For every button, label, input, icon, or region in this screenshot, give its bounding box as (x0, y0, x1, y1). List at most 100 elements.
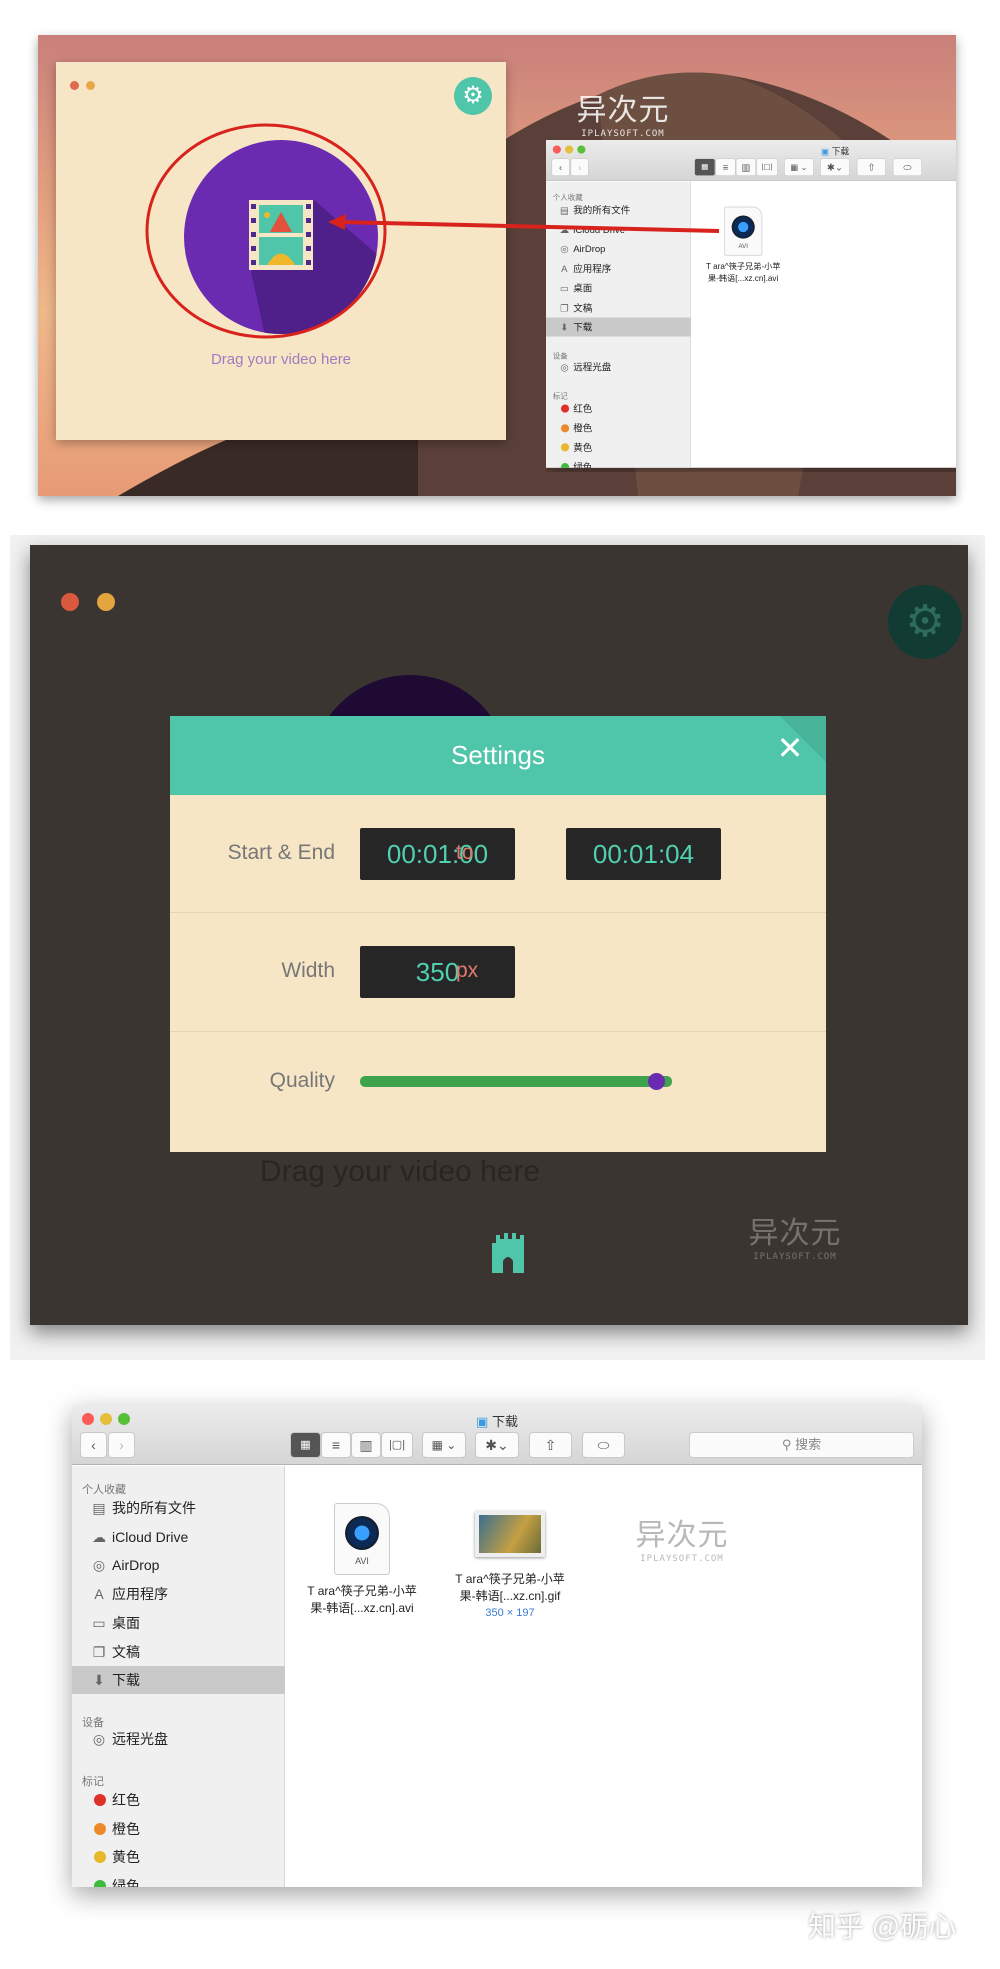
sidebar-item[interactable]: 红色 (546, 399, 691, 418)
sidebar-item[interactable]: 红色 (72, 1786, 285, 1814)
to-label: to (456, 841, 474, 864)
share-button[interactable]: ⇧ (856, 158, 886, 177)
quicktime-file-icon: AVI (334, 1503, 390, 1575)
tag-color-icon (94, 1880, 106, 1887)
applications-icon: A (94, 1586, 104, 1603)
icon-view-button[interactable]: ▦ (290, 1432, 321, 1458)
search-icon: ⚲ (781, 1437, 792, 1452)
sidebar-item[interactable]: 橙色 (546, 419, 691, 438)
tag-color-icon (94, 1822, 106, 1835)
column-view-button[interactable]: ▥ (351, 1432, 381, 1458)
tag-color-icon (560, 424, 570, 433)
airdrop-icon: ◎ (560, 243, 569, 255)
zhihu-watermark: 知乎 @砺心 (808, 1911, 957, 1942)
sidebar-item[interactable]: A 应用程序 (546, 259, 691, 278)
sidebar-item[interactable]: ☁ iCloud Drive (546, 220, 691, 239)
documents-icon: ❐ (560, 302, 569, 314)
quality-slider[interactable] (360, 1073, 672, 1090)
tag-color-icon (94, 1794, 106, 1806)
sidebar-item-label: 文稿 (573, 302, 593, 314)
list-view-button[interactable]: ≡ (715, 158, 736, 177)
slider-thumb[interactable] (647, 1073, 665, 1090)
sidebar-item[interactable]: 黄色 (72, 1843, 285, 1871)
sidebar-item-label: 黄色 (573, 442, 593, 454)
divider (170, 912, 826, 913)
sidebar-item-label: iCloud Drive (112, 1528, 189, 1545)
file-item[interactable]: AVI T ara^筷子兄弟-小苹 果-韩语[...xz.cn].avi (292, 1503, 432, 1617)
width-label: Width (281, 959, 335, 982)
sidebar-item[interactable]: ◎ 远程光盘 (72, 1725, 285, 1753)
applications-icon: A (561, 263, 568, 275)
tag-color-icon (560, 463, 570, 468)
gear-icon[interactable]: ⚙ (888, 585, 962, 659)
sidebar-item[interactable]: 绿色 (72, 1872, 285, 1887)
sidebar-item[interactable]: ▭ 桌面 (546, 279, 691, 298)
sidebar-item[interactable]: ⬇ 下载 (72, 1666, 285, 1695)
column-view-button[interactable]: ▥ (735, 158, 757, 177)
end-time-input[interactable]: 00:01:04 (566, 828, 721, 880)
folder-icon: ▣ (476, 1414, 489, 1429)
title-text: 下载 (491, 1414, 518, 1429)
forward-button[interactable]: › (570, 158, 589, 177)
minimize-button[interactable] (97, 593, 115, 611)
tag-button[interactable]: ⬭ (582, 1432, 625, 1458)
sidebar-item[interactable]: ◎ 远程光盘 (546, 358, 691, 377)
close-icon[interactable]: ✕ (770, 716, 810, 795)
list-view-button[interactable]: ≡ (321, 1432, 351, 1458)
sidebar-item[interactable]: ▤ 我的所有文件 (72, 1494, 285, 1522)
close-button[interactable] (61, 593, 79, 611)
sidebar-item-label: 绿色 (112, 1878, 140, 1887)
divider (170, 1031, 826, 1032)
icon-view-button[interactable]: ▦ (694, 158, 716, 177)
sidebar-item[interactable]: ⬇ 下载 (546, 317, 691, 337)
all-files-icon: ▤ (92, 1500, 106, 1516)
sidebar-item[interactable]: ❐ 文稿 (546, 298, 691, 317)
quicktime-file-icon: AVI (724, 206, 763, 256)
castle-icon[interactable] (488, 1225, 528, 1273)
back-button[interactable]: ‹ (80, 1432, 107, 1458)
width-input[interactable]: 350 (360, 946, 515, 998)
sidebar-item[interactable]: 绿色 (546, 458, 691, 468)
sidebar-item[interactable]: ▭ 桌面 (72, 1609, 285, 1637)
sidebar-item-label: 橙色 (573, 422, 593, 434)
drop-instruction: Drag your video here (259, 1155, 541, 1188)
sidebar-item-label: 绿色 (573, 461, 593, 468)
iplaysoft-watermark: 异次元 IPLAYSOFT.COM (617, 1510, 747, 1564)
sidebar-item[interactable]: 黄色 (546, 438, 691, 457)
cloud-icon: ☁ (559, 224, 570, 235)
sidebar-item[interactable]: ❐ 文稿 (72, 1638, 285, 1666)
start-end-label: Start & End (227, 841, 335, 864)
file-item[interactable]: T ara^筷子兄弟-小苹 果-韩语[...xz.cn].gif 350 × 197 (440, 1489, 580, 1622)
sidebar-item[interactable]: ◎ AirDrop (546, 240, 691, 259)
sidebar-item[interactable]: A 应用程序 (72, 1580, 285, 1608)
finder-toolbar: ▣ 下载 ‹› ▦≡▥|▢| ▦ ⌄ ✱⌄ ⇧ ⬭ ⚲ 搜索 (72, 1405, 922, 1465)
forward-button[interactable]: › (108, 1432, 135, 1458)
sidebar-item[interactable]: ◎ AirDrop (72, 1551, 285, 1579)
drop-zone[interactable] (56, 62, 506, 440)
image-dimensions: 350 × 197 (485, 1607, 535, 1619)
action-gear-button[interactable]: ✱⌄ (475, 1432, 519, 1458)
action-gear-button[interactable]: ✱⌄ (820, 158, 850, 177)
sidebar-item-label: 应用程序 (112, 1586, 168, 1603)
file-type-badge: AVI (738, 242, 748, 250)
search-input[interactable]: ⚲ 搜索 (689, 1432, 914, 1458)
start-time-input[interactable]: 00:01:00 (360, 828, 515, 880)
arrange-button[interactable]: ▦ ⌄ (784, 158, 814, 177)
sidebar-item[interactable]: 橙色 (72, 1815, 285, 1843)
airdrop-icon: ◎ (92, 1557, 106, 1574)
back-button[interactable]: ‹ (551, 158, 570, 177)
tag-color-icon (94, 1851, 106, 1864)
documents-icon: ❐ (92, 1643, 106, 1660)
coverflow-view-button[interactable]: |▢| (756, 158, 778, 177)
file-name-line2: 果-韩语[...xz.cn].gif (459, 1589, 561, 1603)
tag-button[interactable]: ⬭ (892, 158, 923, 177)
sidebar-item[interactable]: ▤ 我的所有文件 (546, 201, 691, 220)
watermark-site: IPLAYSOFT.COM (581, 129, 665, 139)
sidebar-item[interactable]: ☁ iCloud Drive (72, 1523, 285, 1551)
film-image-icon (249, 200, 313, 270)
file-item[interactable]: AVI T ara^筷子兄弟-小苹 果-韩语[...xz.cn].avi (696, 206, 791, 285)
arrange-button[interactable]: ▦ ⌄ (422, 1432, 466, 1458)
share-button[interactable]: ⇧ (529, 1432, 572, 1458)
coverflow-view-button[interactable]: |▢| (381, 1432, 413, 1458)
sidebar-item-label: 应用程序 (573, 263, 612, 275)
